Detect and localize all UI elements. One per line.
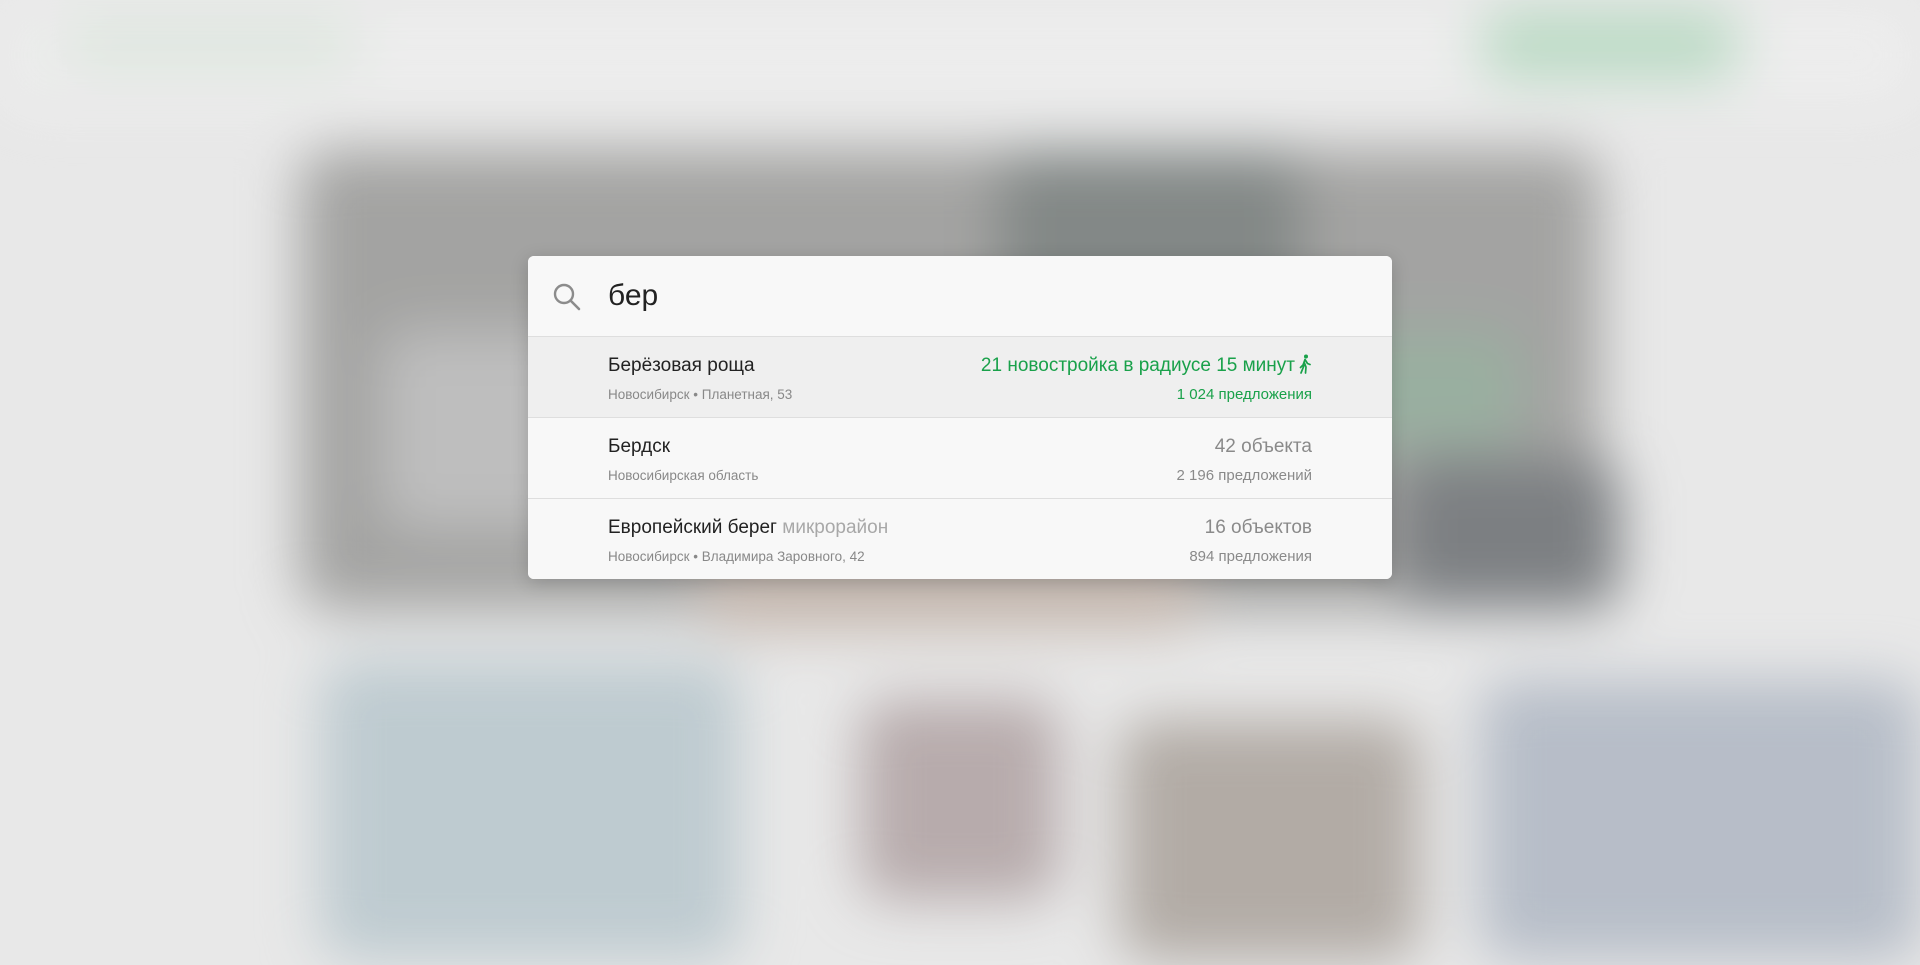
search-modal: Берёзовая роща Новосибирск • Планетная, …: [528, 256, 1392, 579]
result-type-label: микрорайон: [782, 517, 889, 538]
search-input[interactable]: [608, 276, 1348, 316]
result-subtitle: Новосибирск • Планетная, 53: [608, 387, 793, 402]
result-title: Европейский берег микрорайон: [608, 517, 889, 538]
result-subtitle: Новосибирская область: [608, 468, 759, 483]
result-subtitle: Новосибирск • Владимира Заровного, 42: [608, 549, 865, 564]
search-bar: [528, 256, 1392, 337]
search-icon: [553, 283, 581, 311]
walking-person-icon: [1299, 354, 1311, 374]
result-title: Берёзовая роща: [608, 355, 755, 376]
result-offers-count: 1 024 предложения: [1176, 386, 1312, 403]
result-walking-distance-info: 21 новостройка в радиусе 15 минут: [981, 354, 1312, 377]
result-offers-count: 2 196 предложений: [1176, 467, 1312, 484]
result-offers-count: 894 предложения: [1189, 548, 1312, 565]
result-objects-count: 42 объекта: [1214, 436, 1312, 457]
result-objects-count: 16 объектов: [1204, 517, 1312, 538]
result-title: Бердск: [608, 436, 671, 457]
search-result-item[interactable]: Европейский берег микрорайон Новосибирск…: [528, 499, 1392, 579]
search-result-item[interactable]: Берёзовая роща Новосибирск • Планетная, …: [528, 337, 1392, 418]
search-result-item[interactable]: Бердск Новосибирская область 42 объекта …: [528, 418, 1392, 499]
